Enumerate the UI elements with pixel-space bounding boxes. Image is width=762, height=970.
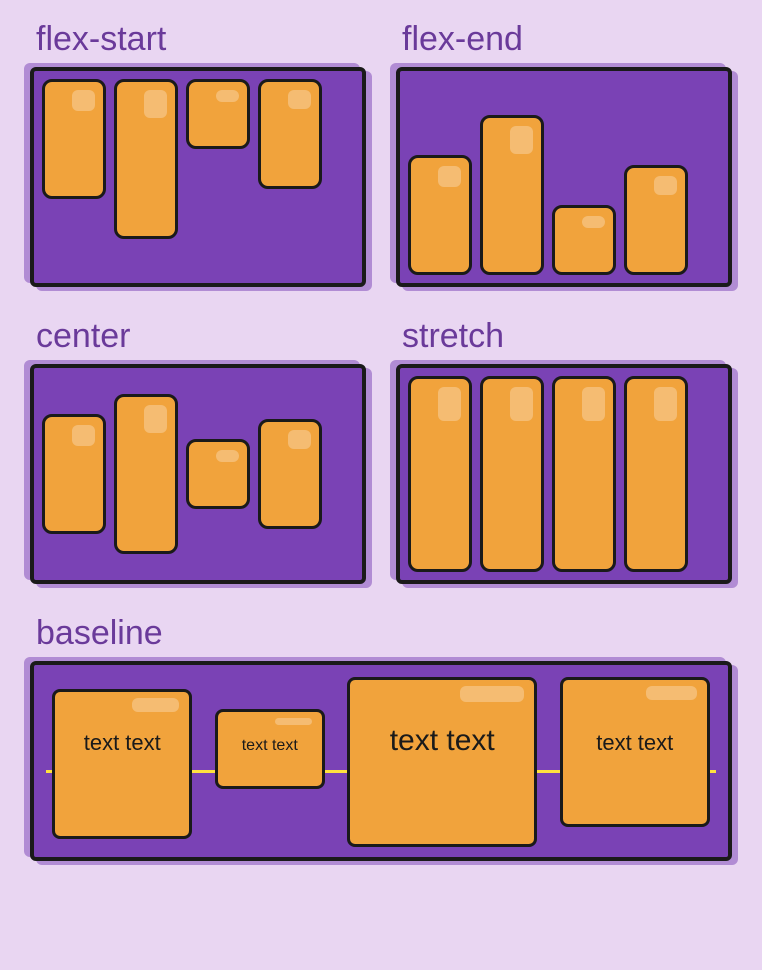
flex-item <box>624 376 688 572</box>
stretch-label: stretch <box>402 317 732 356</box>
flex-item-text: text text <box>242 738 298 754</box>
flex-item <box>552 376 616 572</box>
flex-end-label: flex-end <box>402 20 732 59</box>
flex-item: text text <box>347 677 537 847</box>
flex-item <box>624 165 688 275</box>
flex-start-label: flex-start <box>36 20 366 59</box>
flex-item-text: text text <box>596 732 673 754</box>
flex-item: text text <box>560 677 710 827</box>
flex-item-text: text text <box>390 726 495 756</box>
flex-item <box>186 79 250 149</box>
flex-item <box>186 439 250 509</box>
stretch-example: stretch <box>396 317 732 584</box>
flex-item: text text <box>52 689 192 839</box>
baseline-example: baseline text texttext texttext texttext… <box>30 614 732 861</box>
center-container <box>30 364 366 584</box>
stretch-container <box>396 364 732 584</box>
baseline-container: text text text text text text text text <box>30 661 732 861</box>
flex-item <box>408 376 472 572</box>
baseline-label: baseline <box>36 614 732 653</box>
flex-item: text text <box>215 709 325 789</box>
flex-item <box>552 205 616 275</box>
flex-end-example: flex-end <box>396 20 732 287</box>
flex-start-example: flex-start <box>30 20 366 287</box>
flex-item <box>258 79 322 189</box>
flex-start-container <box>30 67 366 287</box>
flex-item <box>42 414 106 534</box>
flex-item <box>408 155 472 275</box>
center-label: center <box>36 317 366 356</box>
flex-item <box>258 419 322 529</box>
flex-item-text: text text <box>84 732 161 754</box>
flex-item <box>114 79 178 239</box>
flex-end-container <box>396 67 732 287</box>
flex-item <box>42 79 106 199</box>
flex-item <box>480 115 544 275</box>
center-example: center <box>30 317 366 584</box>
flex-item <box>480 376 544 572</box>
flex-item <box>114 394 178 554</box>
